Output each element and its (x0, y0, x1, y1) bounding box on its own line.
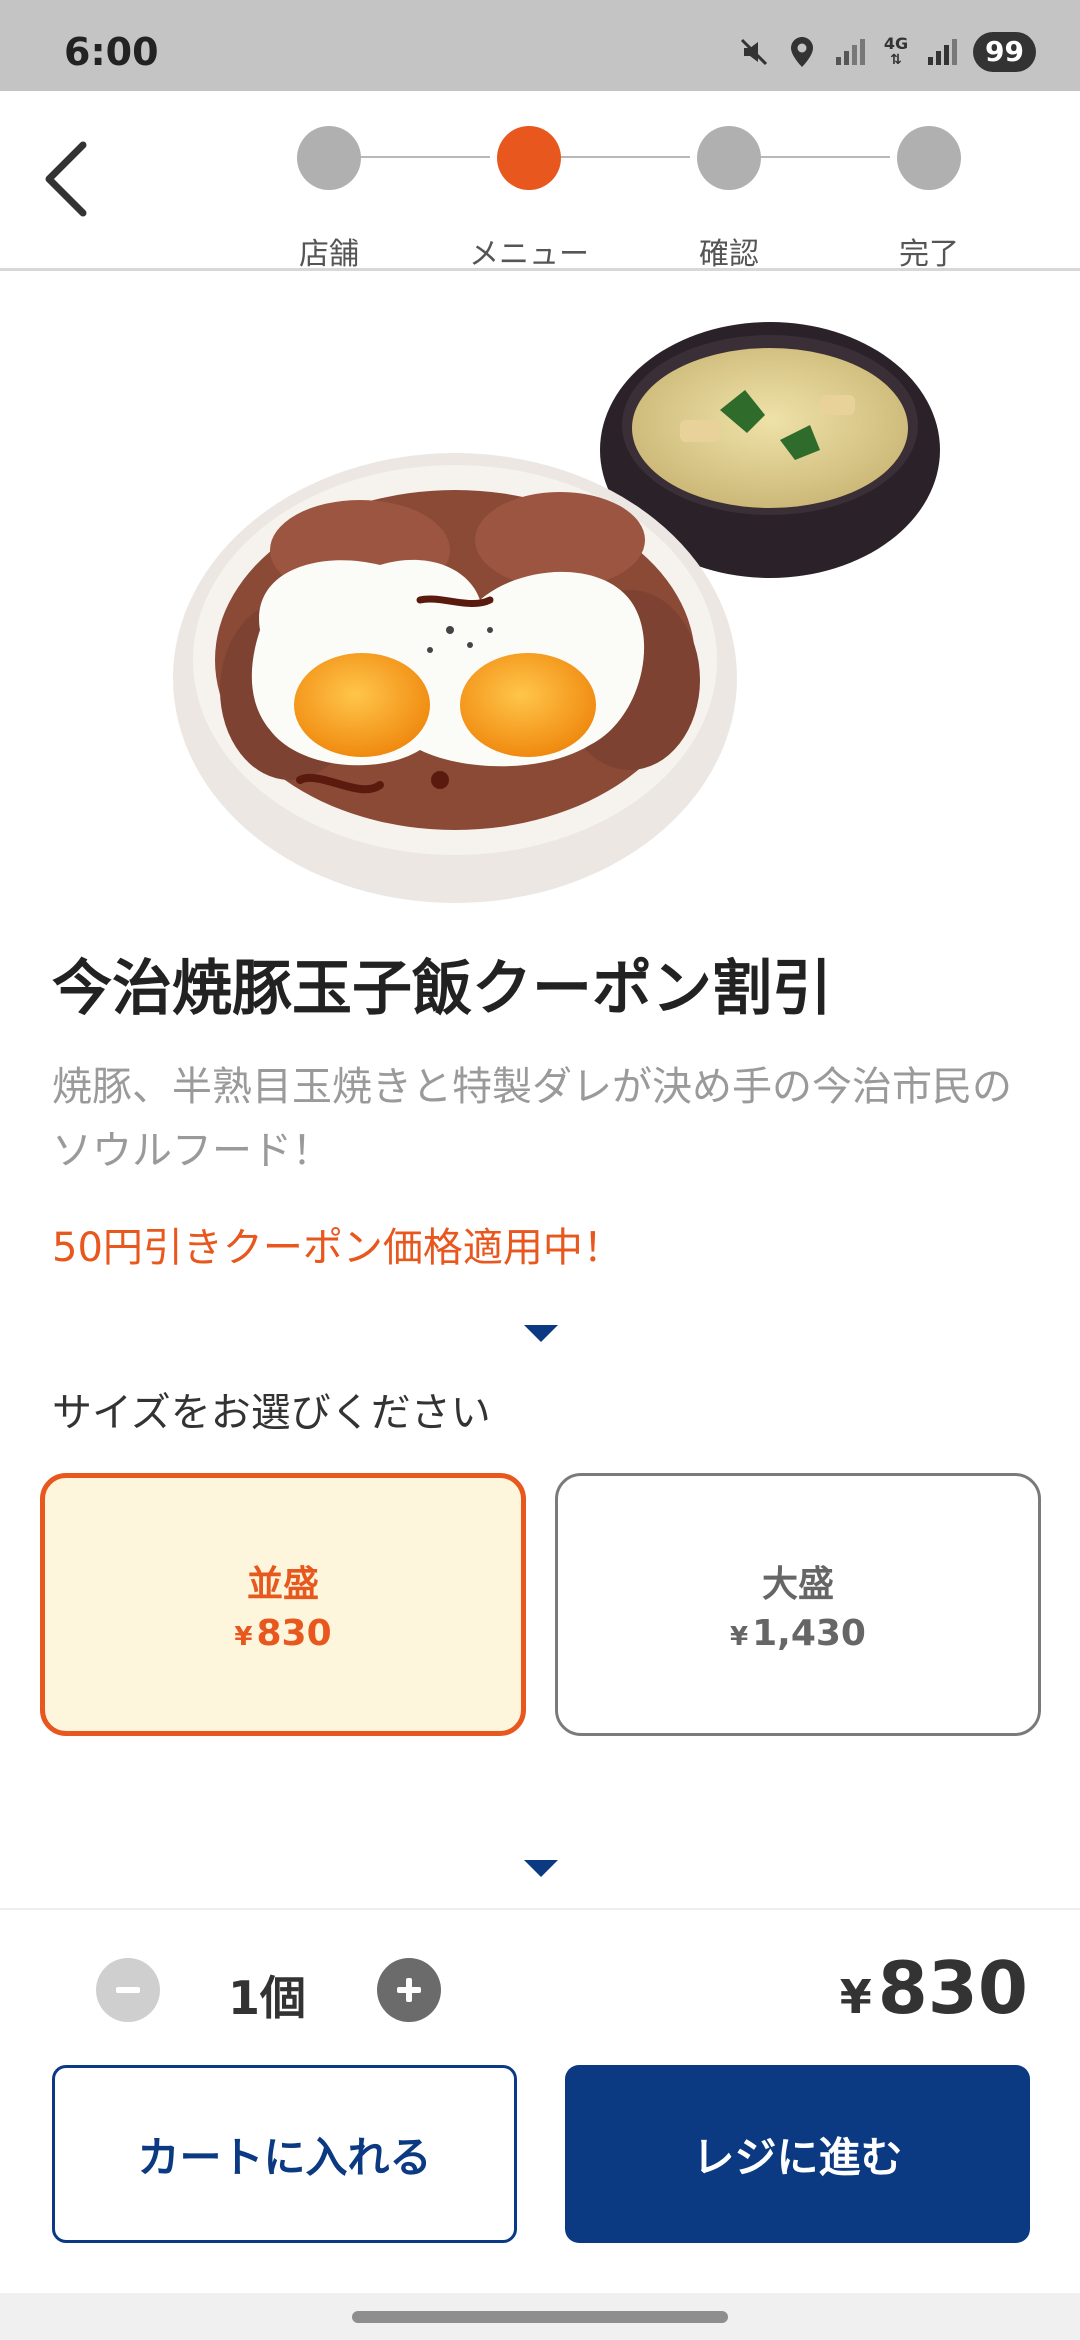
signal-icon (833, 35, 867, 69)
plus-icon (397, 1978, 421, 2002)
location-icon (785, 35, 819, 69)
decrease-quantity-button[interactable] (96, 1958, 160, 2022)
total-value: 830 (877, 1946, 1028, 2030)
status-bar: 6:00 4G ⇅ 99 (0, 0, 1080, 91)
status-time: 6:00 (64, 30, 159, 74)
size-option-name: 並盛 (246, 1564, 319, 1605)
size-option-name: 大盛 (761, 1564, 834, 1605)
system-nav-bar (0, 2293, 1080, 2340)
product-image (0, 300, 1080, 910)
currency-symbol: ¥ (234, 1622, 253, 1652)
scroll-down-arrow-icon (524, 1325, 558, 1342)
step-label-menu: メニュー (469, 237, 589, 272)
minus-icon (116, 1987, 140, 1993)
size-option-regular[interactable]: 並盛 ¥830 (40, 1473, 526, 1736)
price-value: 1,430 (752, 1613, 866, 1654)
signal-icon-2 (925, 35, 959, 69)
size-option-price: ¥1,430 (730, 1613, 866, 1654)
step-connector (760, 156, 890, 158)
product-title: 今治焼豚玉子飯クーポン割引 (52, 954, 832, 1024)
step-dot-store (297, 126, 361, 190)
size-prompt: サイズをお選びください (52, 1390, 491, 1436)
add-to-cart-button[interactable]: カートに入れる (52, 2065, 517, 2243)
checkout-button[interactable]: レジに進む (565, 2065, 1030, 2243)
size-option-large[interactable]: 大盛 ¥1,430 (555, 1473, 1041, 1736)
mute-icon (737, 35, 771, 69)
price-value: 830 (256, 1613, 332, 1654)
step-label-confirm: 確認 (699, 237, 759, 272)
product-description: 焼豚、半熟目玉焼きと特製ダレが決め手の今治市民のソウルフード！ (52, 1064, 1012, 1174)
currency-symbol: ¥ (839, 1970, 872, 2024)
increase-quantity-button[interactable] (377, 1958, 441, 2022)
back-button[interactable] (36, 139, 96, 219)
step-dot-complete (897, 126, 961, 190)
chevron-left-icon (45, 141, 87, 217)
order-stepper-header: 店舗 メニュー 確認 完了 (0, 91, 1080, 272)
step-label-complete: 完了 (899, 237, 959, 272)
network-arrows-icon: ⇅ (890, 52, 902, 68)
total-price: ¥830 (840, 1946, 1028, 2030)
step-connector (360, 156, 490, 158)
step-dot-confirm (697, 126, 761, 190)
quantity-display: 1個 (228, 1971, 307, 2025)
step-dot-menu (497, 126, 561, 190)
coupon-note: 50円引きクーポン価格適用中！ (52, 1225, 623, 1271)
size-option-price: ¥830 (234, 1613, 331, 1654)
scroll-down-arrow-icon (524, 1860, 558, 1877)
step-connector (560, 156, 690, 158)
currency-symbol: ¥ (730, 1622, 749, 1652)
order-bar: 1個 ¥830 カートに入れる レジに進む (0, 1908, 1080, 2293)
battery-indicator: 99 (973, 32, 1036, 72)
status-icons: 4G ⇅ 99 (737, 30, 1036, 74)
step-label-store: 店舗 (299, 237, 359, 272)
network-4g-icon: 4G ⇅ (881, 35, 911, 69)
network-label: 4G (883, 34, 909, 53)
home-gesture-handle[interactable] (352, 2311, 728, 2323)
